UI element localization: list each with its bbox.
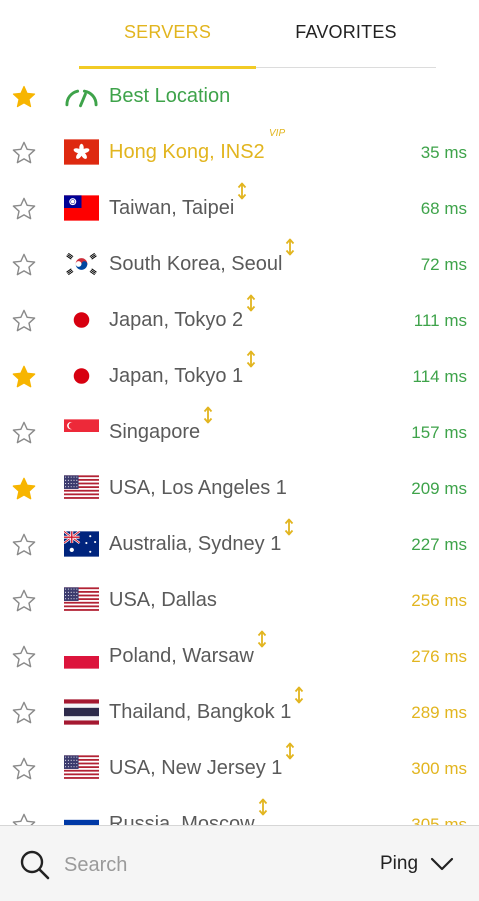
tab-servers[interactable]: SERVERS [79, 22, 256, 48]
server-name: Hong Kong, INS2 [109, 141, 265, 163]
flag-us-icon [64, 587, 99, 613]
vip-badge: VIP [269, 128, 286, 139]
server-ping: 114 ms [412, 367, 468, 386]
server-name: Japan, Tokyo 2 [109, 309, 244, 331]
star-icon[interactable] [11, 308, 37, 334]
flag-pl-icon [64, 643, 99, 669]
server-ping: 68 ms [420, 199, 467, 218]
server-ping: 72 ms [420, 255, 467, 274]
flag-hk-icon [64, 139, 99, 165]
flag-sg-icon [64, 419, 99, 445]
best-location-row[interactable]: Best Location [0, 70, 479, 126]
flag-tw-icon [64, 195, 99, 221]
server-ping: 289 ms [411, 703, 467, 722]
flag-th-icon [64, 699, 99, 725]
server-row[interactable]: USA, Dallas 256 ms [0, 574, 479, 630]
server-name: USA, New Jersey 1 [109, 757, 283, 779]
up-down-arrow-icon [285, 742, 295, 760]
up-down-arrow-icon [246, 350, 256, 368]
up-down-arrow-icon [203, 406, 213, 424]
server-row[interactable]: Singapore 157 ms [0, 406, 479, 462]
up-down-arrow-icon [284, 518, 294, 536]
bottom-search-bar: Ping [0, 825, 479, 901]
sort-dropdown[interactable]: Ping [370, 850, 465, 880]
search-icon [20, 850, 50, 880]
star-icon[interactable] [11, 140, 37, 166]
server-name: USA, Dallas [109, 589, 217, 611]
server-name: Poland, Warsaw [109, 645, 254, 667]
server-name: Australia, Sydney 1 [109, 533, 282, 555]
server-name: South Korea, Seoul [109, 253, 283, 275]
up-down-arrow-icon [285, 238, 295, 256]
server-row[interactable]: Japan, Tokyo 2 111 ms [0, 294, 479, 350]
star-icon[interactable] [11, 812, 37, 825]
flag-us-icon [64, 475, 99, 501]
server-row[interactable]: Russia, Moscow 305 ms [0, 798, 479, 825]
up-down-arrow-icon [258, 798, 268, 816]
server-ping: 209 ms [411, 479, 467, 498]
server-row[interactable]: Japan, Tokyo 1 114 ms [0, 350, 479, 406]
flag-au-icon [64, 531, 99, 557]
star-icon[interactable] [11, 756, 37, 782]
tab-favorites[interactable]: FAVORITES [256, 22, 436, 48]
server-row[interactable]: USA, Los Angeles 1 209 ms [0, 462, 479, 518]
flag-us-icon [64, 755, 99, 781]
up-down-arrow-icon [257, 630, 267, 648]
server-ping: 35 ms [420, 143, 467, 162]
star-icon[interactable] [11, 532, 37, 558]
star-icon[interactable] [11, 644, 37, 670]
star-icon[interactable] [11, 364, 37, 390]
flag-jp-icon [64, 307, 99, 333]
tab-active-indicator [79, 66, 256, 69]
server-ping: 111 ms [413, 311, 467, 330]
server-row[interactable]: Hong Kong, INS2 35 ms VIP [0, 126, 479, 182]
server-name: Japan, Tokyo 1 [109, 365, 244, 387]
star-icon[interactable] [11, 420, 37, 446]
best-location-label: Best Location [109, 85, 231, 107]
server-name: Russia, Moscow [109, 813, 255, 825]
up-down-arrow-icon [237, 182, 247, 200]
server-ping: 256 ms [411, 591, 467, 610]
server-name: Taiwan, Taipei [109, 197, 235, 219]
server-row[interactable]: Australia, Sydney 1 227 ms [0, 518, 479, 574]
chevron-down-icon [430, 857, 454, 871]
server-row[interactable]: USA, New Jersey 1 300 ms [0, 742, 479, 798]
star-icon[interactable] [11, 84, 37, 110]
flag-jp-icon [64, 363, 99, 389]
server-ping: 227 ms [411, 535, 467, 554]
server-ping: 157 ms [411, 423, 467, 442]
tab-bar: SERVERS FAVORITES [0, 0, 479, 70]
server-row[interactable]: Taiwan, Taipei 68 ms [0, 182, 479, 238]
server-ping: 276 ms [411, 647, 467, 666]
star-icon[interactable] [11, 252, 37, 278]
server-row[interactable]: Thailand, Bangkok 1 289 ms [0, 686, 479, 742]
speedometer-icon [65, 89, 98, 108]
up-down-arrow-icon [294, 686, 304, 704]
flag-ru-icon [64, 811, 99, 825]
sort-label: Ping [380, 853, 419, 874]
search-input[interactable] [62, 848, 326, 882]
server-ping: 305 ms [411, 815, 467, 825]
server-list[interactable]: Best Location Hong Kong, INS2 35 ms VIP Tai… [0, 70, 479, 825]
star-icon[interactable] [11, 700, 37, 726]
tab-divider [256, 67, 436, 68]
flag-kr-icon [64, 251, 99, 277]
star-icon[interactable] [11, 196, 37, 222]
server-row[interactable]: Poland, Warsaw 276 ms [0, 630, 479, 686]
server-ping: 300 ms [411, 759, 467, 778]
star-icon[interactable] [11, 588, 37, 614]
server-row[interactable]: South Korea, Seoul 72 ms [0, 238, 479, 294]
up-down-arrow-icon [246, 294, 256, 312]
server-name: USA, Los Angeles 1 [109, 477, 287, 499]
server-name: Thailand, Bangkok 1 [109, 701, 292, 723]
star-icon[interactable] [11, 476, 37, 502]
server-name: Singapore [109, 421, 201, 443]
